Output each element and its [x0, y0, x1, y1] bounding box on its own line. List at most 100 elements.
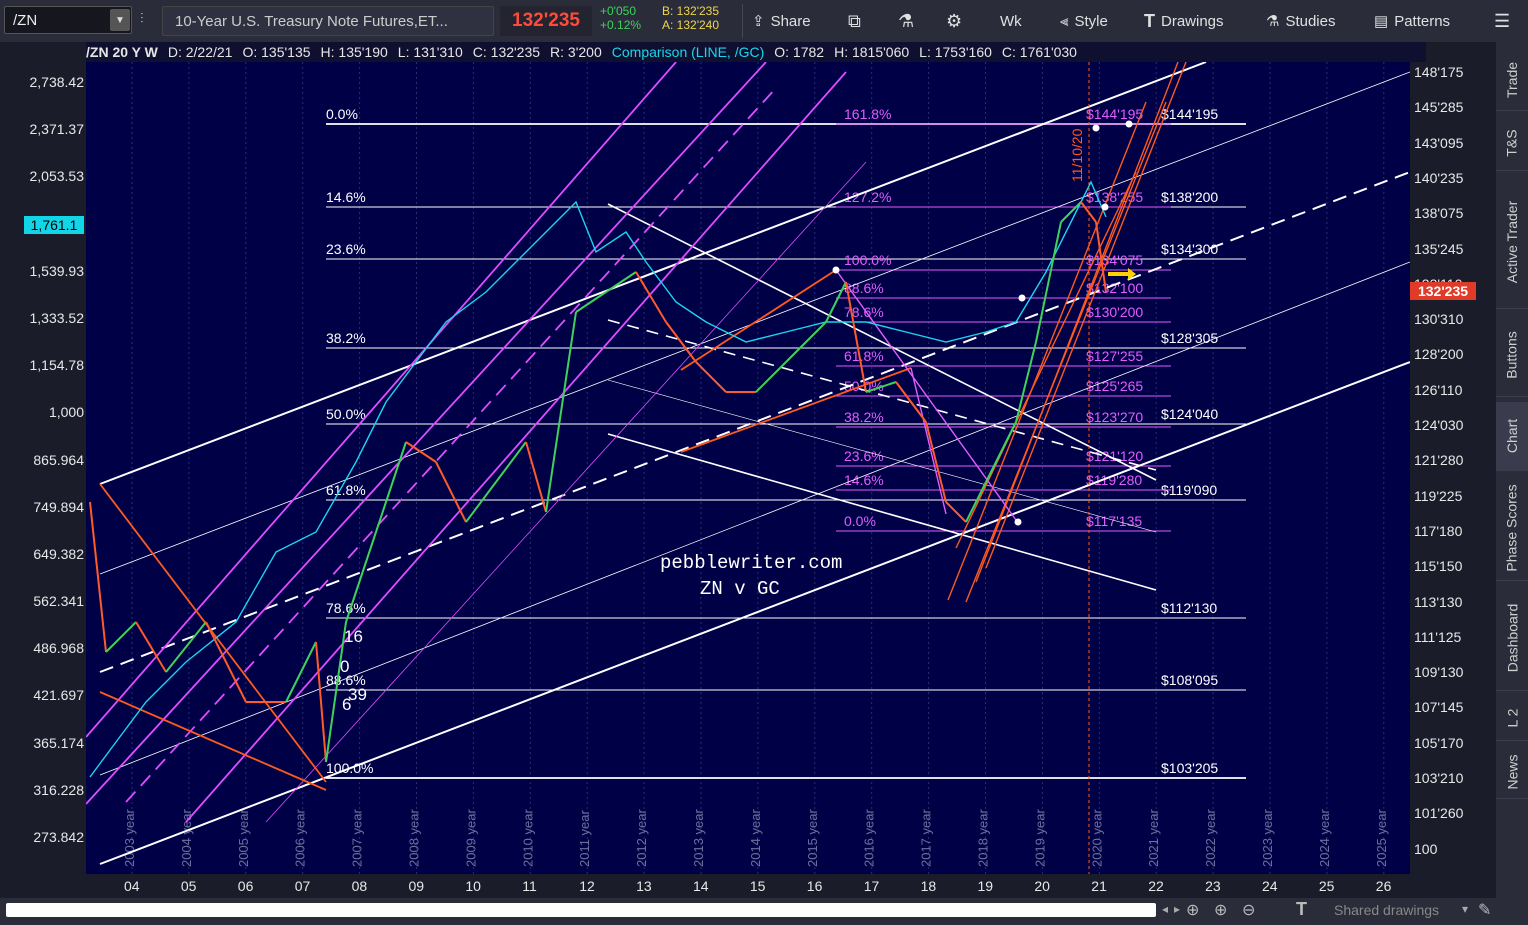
net-change: +0'050	[600, 4, 636, 18]
side-tab-buttons[interactable]: Buttons	[1496, 314, 1528, 397]
menu-button[interactable]: ☰	[1494, 6, 1510, 36]
delete-icon[interactable]: ✎	[1478, 900, 1491, 920]
side-tab-dashboard[interactable]: Dashboard	[1496, 586, 1528, 691]
right-axis-tick: 124'030	[1414, 417, 1464, 433]
side-tab-label: T&S	[1503, 129, 1520, 157]
right-axis-tick: 143'095	[1414, 134, 1464, 151]
side-tab-l-2[interactable]: L 2	[1496, 696, 1528, 741]
fib-left-label: 38.2%	[326, 330, 366, 346]
time-axis-tick: 08	[351, 878, 368, 894]
left-axis-tick: 562.341	[33, 593, 84, 609]
crosshair-icon[interactable]: ⊕	[1214, 900, 1227, 920]
left-axis-tick: 421.697	[33, 687, 84, 703]
chart-canvas[interactable]: 2003 year 2004 year 2005 year 2006 year 2007…	[86, 62, 1410, 874]
zoom-in-icon[interactable]: ⊕	[1186, 900, 1199, 920]
settings-button[interactable]: ⚙	[946, 6, 962, 36]
text-tool-icon[interactable]: T	[1296, 899, 1307, 920]
link-icon[interactable]: ⫶	[140, 10, 156, 32]
time-axis-tick: 20	[1034, 878, 1050, 894]
patterns-button[interactable]: ▤ Patterns	[1374, 6, 1450, 36]
time-scroll-track[interactable]	[6, 903, 1156, 917]
pivot-marker	[1092, 124, 1100, 132]
left-axis-tick: 649.382	[33, 546, 84, 562]
time-axis-tick: 05	[180, 878, 197, 894]
price-segment	[635, 271, 667, 323]
time-axis-tick: 19	[977, 878, 994, 894]
left-axis-tick: 365.174	[33, 735, 84, 751]
scroll-right-icon[interactable]: ▸	[1174, 902, 1180, 916]
right-axis-tick: 128'200	[1414, 346, 1464, 363]
price-segment	[205, 621, 247, 703]
side-tab-phase-scores[interactable]: Phase Scores	[1496, 476, 1528, 581]
left-axis-tick: 273.842	[33, 829, 84, 845]
patterns-icon: ▤	[1374, 13, 1389, 30]
side-tab-news[interactable]: News	[1496, 746, 1528, 799]
drawings-button[interactable]: T Drawings	[1144, 6, 1224, 36]
time-axis-tick: 11	[522, 878, 537, 894]
left-axis-tick: 1,539.93	[29, 263, 85, 279]
info-high: H: 135'190	[320, 44, 388, 60]
left-axis-tick: 316.228	[33, 782, 84, 798]
aggregation-button[interactable]: Wk	[1000, 6, 1022, 36]
fib-left-label: 14.6%	[326, 189, 366, 205]
right-axis-tick: 119'225	[1414, 487, 1463, 504]
shared-drawings-dropdown-icon[interactable]: ▾	[1462, 902, 1468, 916]
right-axis-tick: 111'125	[1414, 628, 1462, 645]
time-axis-tick: 04	[124, 878, 140, 894]
bid-ask-block: B: 132'235 A: 132'240	[662, 4, 742, 32]
right-axis-tick: 103'210	[1414, 770, 1464, 786]
scroll-left-icon[interactable]: ◂	[1162, 902, 1168, 916]
price-segment	[545, 311, 577, 513]
year-label: 2005 year	[236, 809, 251, 867]
year-label: 2020 year	[1089, 809, 1104, 867]
style-label: Style	[1074, 12, 1108, 30]
time-axis[interactable]: 04 05 06 07 08 09 10 11 12 13 14 15 16 17 18 19 20 21 22 23…	[86, 874, 1410, 898]
right-axis-tick: 100	[1414, 840, 1438, 857]
right-axis-tick: 115'150	[1414, 558, 1463, 575]
price-segment	[405, 441, 437, 463]
time-axis-tick: 09	[408, 878, 425, 894]
time-axis-tick: 25	[1318, 878, 1335, 894]
symbol-description-text: 10-Year U.S. Treasury Note Futures,ET...	[175, 12, 448, 30]
fib-right-label: 23.6%	[844, 448, 884, 464]
symbol-dropdown-icon[interactable]: ▼	[110, 9, 130, 31]
share-button[interactable]: ⇪ Share	[752, 6, 811, 36]
year-label: 2011 year	[577, 809, 592, 867]
shared-drawings-label[interactable]: Shared drawings	[1334, 902, 1439, 918]
snapshot-button[interactable]: ⧉	[848, 6, 861, 36]
side-tab-active-trader[interactable]: Active Trader	[1496, 176, 1528, 309]
side-tab-trade[interactable]: Trade	[1496, 50, 1528, 111]
watermark-caption: ZN v GC	[700, 578, 780, 600]
fib-right-value: $144'195	[1086, 106, 1143, 122]
price-segment	[315, 641, 327, 763]
style-icon: ⫷	[1060, 12, 1069, 30]
time-axis-tick: 06	[237, 878, 254, 894]
right-axis-tick: 109'130	[1414, 664, 1464, 681]
symbol-description[interactable]: 10-Year U.S. Treasury Note Futures,ET...	[162, 6, 494, 36]
fib-left-label: 50.0%	[326, 406, 366, 422]
patterns-label: Patterns	[1394, 12, 1451, 30]
studies-button[interactable]: ⚗ Studies	[1266, 6, 1336, 36]
style-button[interactable]: ⫷ Style	[1060, 6, 1108, 36]
comparison-open: O: 1782	[774, 44, 825, 60]
side-tab-t-s[interactable]: T&S	[1496, 116, 1528, 171]
side-tab-label: Buttons	[1504, 331, 1521, 379]
bottom-scrollbar: ◂ ▸ ⊕ ⊕ ⊖ T Shared drawings ▾ ✎	[0, 898, 1528, 925]
price-segment	[435, 461, 467, 523]
zoom-out-icon[interactable]: ⊖	[1242, 900, 1255, 920]
chart-drawing: 2003 year 2004 year 2005 year 2006 year 2007…	[86, 62, 1410, 874]
info-date: D: 2/22/21	[167, 44, 233, 60]
last-price-tag: 132'235	[1410, 282, 1476, 300]
fib-left-value: $138'200	[1161, 189, 1218, 205]
year-label: 2022 year	[1203, 809, 1218, 867]
series-label: /ZN 20 Y W	[86, 44, 158, 60]
wave-count-label: 16	[344, 627, 363, 646]
comparison-low: L: 1753'160	[919, 44, 992, 60]
side-tab-chart[interactable]: Chart	[1496, 402, 1528, 471]
comparison-current-tag: 1,761.1	[24, 216, 84, 234]
flask-button[interactable]: ⚗	[898, 6, 914, 36]
year-label: 2023 year	[1260, 809, 1275, 867]
fib-right-value: $123'270	[1086, 409, 1143, 425]
price-segment	[325, 621, 347, 763]
right-axis-tick: 113'130	[1414, 593, 1463, 610]
